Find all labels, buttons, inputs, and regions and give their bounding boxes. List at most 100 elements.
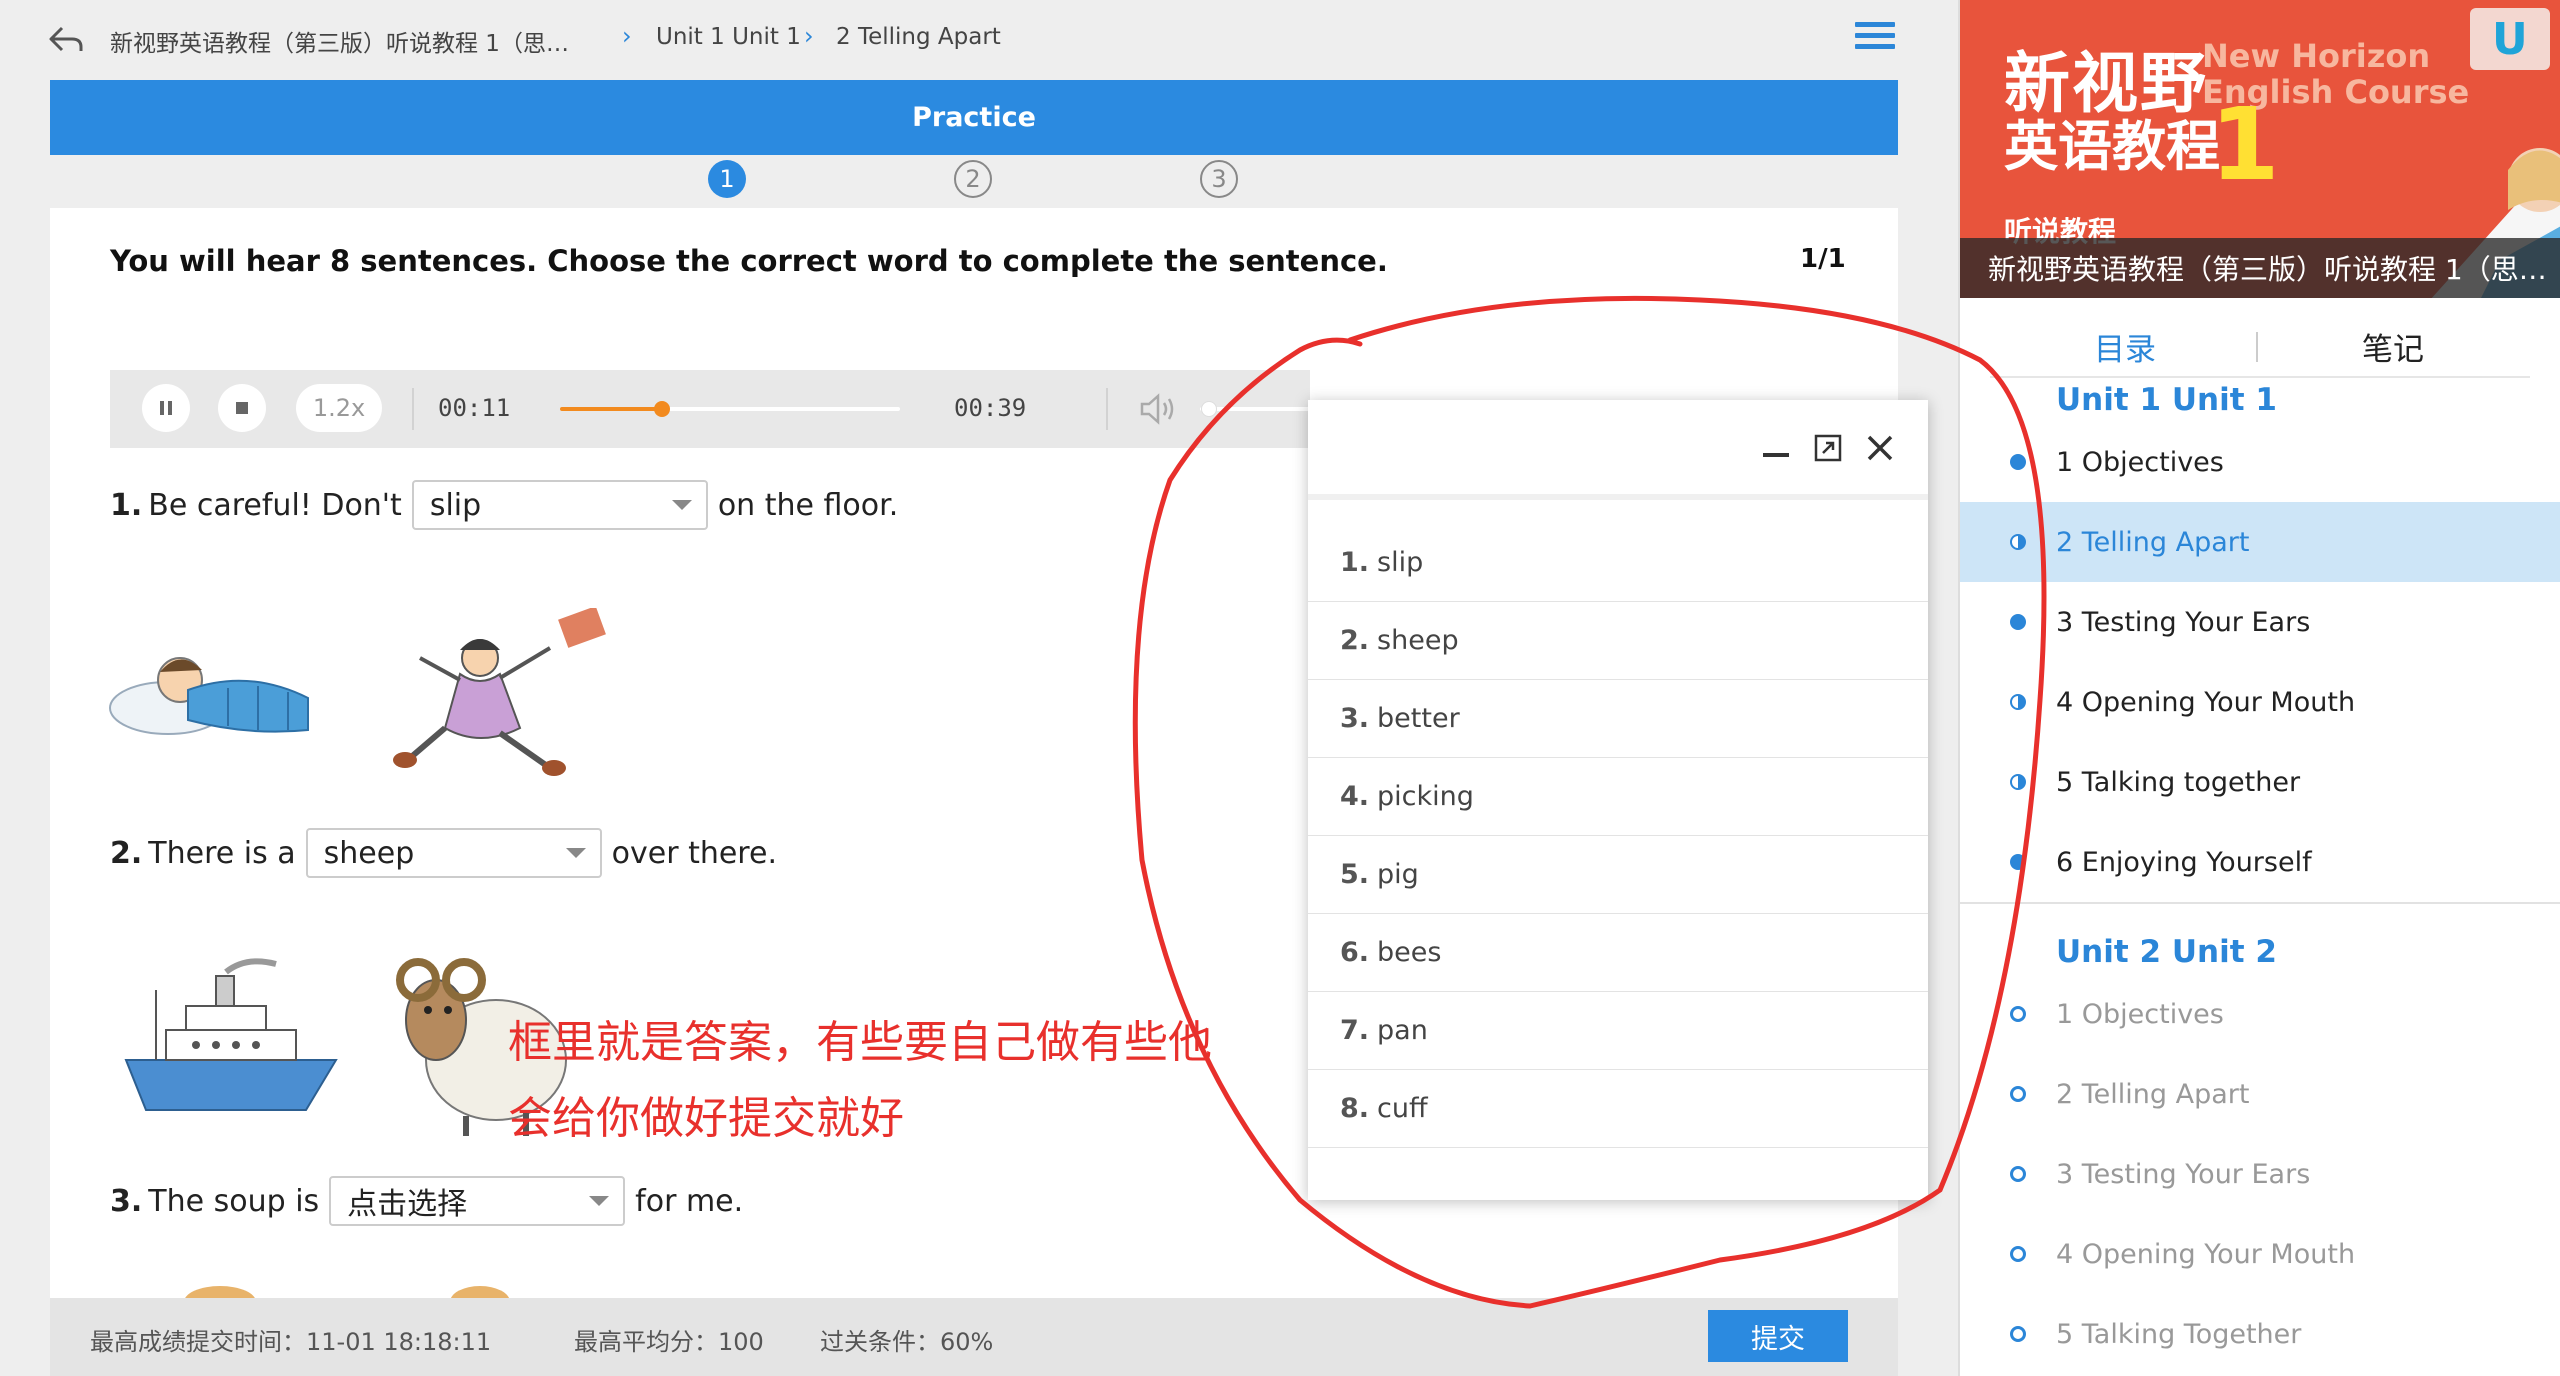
progress-dot-icon — [2010, 614, 2026, 630]
chevron-right-icon: › — [622, 22, 632, 50]
question-2: 2. There is a sheep over there. — [110, 828, 777, 878]
progress-dot-icon — [2010, 694, 2026, 710]
maximize-icon[interactable] — [1810, 430, 1846, 466]
breadcrumb-section: 2 Telling Apart — [836, 24, 1001, 50]
sidebar-item-2-1[interactable]: 1 Objectives — [1960, 974, 2560, 1054]
question-3-illustration — [185, 1286, 510, 1298]
sidebar-item-label: 1 Objectives — [2056, 446, 2224, 478]
sidebar-item-label: 2 Telling Apart — [2056, 1078, 2250, 1110]
question-number: 2. — [110, 835, 143, 871]
answer-number: 4. — [1340, 781, 1370, 812]
minimize-icon[interactable] — [1758, 430, 1794, 466]
sidebar-item-2-5[interactable]: 5 Talking Together — [1960, 1294, 2560, 1374]
selected-value: 点击选择 — [347, 1187, 468, 1222]
back-icon[interactable] — [44, 18, 88, 62]
answer-row: 3. better — [1308, 680, 1928, 758]
breadcrumb-course[interactable]: 新视野英语教程（第三版）听说教程 1（思… — [110, 24, 569, 58]
progress-slider[interactable] — [560, 401, 900, 417]
answer-number: 3. — [1340, 703, 1370, 734]
answer-select-2[interactable]: sheep — [305, 828, 602, 878]
current-time: 00:11 — [438, 394, 511, 422]
course-cover: 新视野 New Horizon English Course 英语教程 1 听说… — [1960, 0, 2560, 298]
answer-select-1[interactable]: slip — [411, 480, 708, 530]
answer-row: 1. slip — [1308, 524, 1928, 602]
publisher-logo: U — [2470, 8, 2550, 70]
tab-divider — [2256, 332, 2258, 362]
sidebar-item-label: 4 Opening Your Mouth — [2056, 686, 2356, 718]
answer-number: 2. — [1340, 625, 1370, 656]
sidebar-tabs: 目录 笔记 — [1960, 310, 2560, 382]
dropdown-caret-icon — [589, 1196, 610, 1206]
answer-word: bees — [1377, 937, 1442, 968]
breadcrumb-unit[interactable]: Unit 1 Unit 1 — [656, 24, 801, 50]
tab-underline — [1990, 376, 2530, 378]
answer-word: picking — [1377, 781, 1474, 812]
question-3: 3. The soup is 点击选择 for me. — [110, 1176, 743, 1226]
question-text-before: The soup is — [148, 1183, 320, 1219]
pause-button[interactable] — [142, 384, 190, 432]
answer-select-3[interactable]: 点击选择 — [329, 1176, 626, 1226]
progress-dot-icon — [2010, 854, 2026, 870]
volume-icon[interactable] — [1138, 392, 1178, 430]
stop-icon — [236, 402, 248, 414]
sidebar-item-1-1[interactable]: 1 Objectives — [1960, 422, 2560, 502]
unit-1-title[interactable]: Unit 1 Unit 1 — [2056, 382, 2277, 418]
stop-button[interactable] — [218, 384, 266, 432]
menu-icon[interactable] — [1855, 22, 1895, 58]
step-3[interactable]: 3 — [1200, 160, 1238, 198]
question-text-after: on the floor. — [717, 487, 899, 523]
annotation-line-2: 会给你做好提交就好 — [508, 1093, 904, 1144]
sleeping-boy-illustration — [109, 657, 309, 735]
chevron-right-icon: › — [804, 22, 814, 50]
cover-volume: 1 — [2210, 86, 2280, 203]
sidebar-item-1-2[interactable]: 2 Telling Apart — [1960, 502, 2560, 582]
submit-time-text: 最高成绩提交时间：11-01 18:18:11 — [90, 1328, 492, 1356]
question-text-after: over there. — [611, 835, 777, 871]
progress-dot-icon — [2010, 1166, 2026, 1182]
answer-number: 5. — [1340, 859, 1370, 890]
close-icon[interactable] — [1862, 430, 1898, 466]
answer-word: pig — [1377, 859, 1419, 890]
sidebar-item-1-4[interactable]: 4 Opening Your Mouth — [1960, 662, 2560, 742]
answer-number: 6. — [1340, 937, 1370, 968]
answer-word: better — [1377, 703, 1460, 734]
sidebar-item-label: 3 Testing Your Ears — [2056, 606, 2311, 638]
volume-handle[interactable] — [1200, 401, 1217, 417]
progress-dot-icon — [2010, 774, 2026, 790]
annotation-line-1: 框里就是答案，有些要自己做有些他 — [508, 1017, 1212, 1068]
speed-button[interactable]: 1.2x — [296, 384, 382, 432]
answer-row: 8. cuff — [1308, 1070, 1928, 1148]
slipping-woman-illustration — [393, 608, 606, 776]
page-count: 1/1 — [1800, 244, 1846, 274]
answer-word: pan — [1377, 1015, 1428, 1046]
sidebar-item-1-6[interactable]: 6 Enjoying Yourself — [1960, 822, 2560, 902]
answer-row: 6. bees — [1308, 914, 1928, 992]
question-1: 1. Be careful! Don't slip on the floor. — [110, 480, 898, 530]
sidebar-item-2-4[interactable]: 4 Opening Your Mouth — [1960, 1214, 2560, 1294]
pass-condition-text: 过关条件：60% — [820, 1328, 994, 1356]
sidebar-item-2-3[interactable]: 3 Testing Your Ears — [1960, 1134, 2560, 1214]
sidebar-item-1-5[interactable]: 5 Talking together — [1960, 742, 2560, 822]
step-1[interactable]: 1 — [708, 160, 746, 198]
answer-number: 8. — [1340, 1093, 1370, 1124]
player-divider — [1106, 388, 1108, 430]
answer-number: 7. — [1340, 1015, 1370, 1046]
question-text-before: There is a — [148, 835, 296, 871]
tab-notes[interactable]: 笔记 — [2362, 324, 2424, 369]
progress-handle[interactable] — [654, 401, 670, 417]
selected-value: slip — [429, 487, 482, 523]
sidebar-item-label: 6 Enjoying Yourself — [2056, 846, 2312, 878]
step-2[interactable]: 2 — [954, 160, 992, 198]
player-divider — [412, 388, 414, 430]
tab-contents[interactable]: 目录 — [2094, 324, 2156, 369]
answer-row: 5. pig — [1308, 836, 1928, 914]
step-indicator: 1 2 3 — [0, 160, 1960, 200]
answer-row: 7. pan — [1308, 992, 1928, 1070]
dropdown-caret-icon — [565, 848, 586, 858]
sidebar-item-2-2[interactable]: 2 Telling Apart — [1960, 1054, 2560, 1134]
submit-button[interactable]: 提交 — [1708, 1310, 1848, 1362]
question-text-before: Be careful! Don't — [148, 487, 402, 523]
sidebar-item-1-3[interactable]: 3 Testing Your Ears — [1960, 582, 2560, 662]
answer-word: cuff — [1377, 1093, 1428, 1124]
unit-2-title[interactable]: Unit 2 Unit 2 — [2056, 934, 2277, 970]
